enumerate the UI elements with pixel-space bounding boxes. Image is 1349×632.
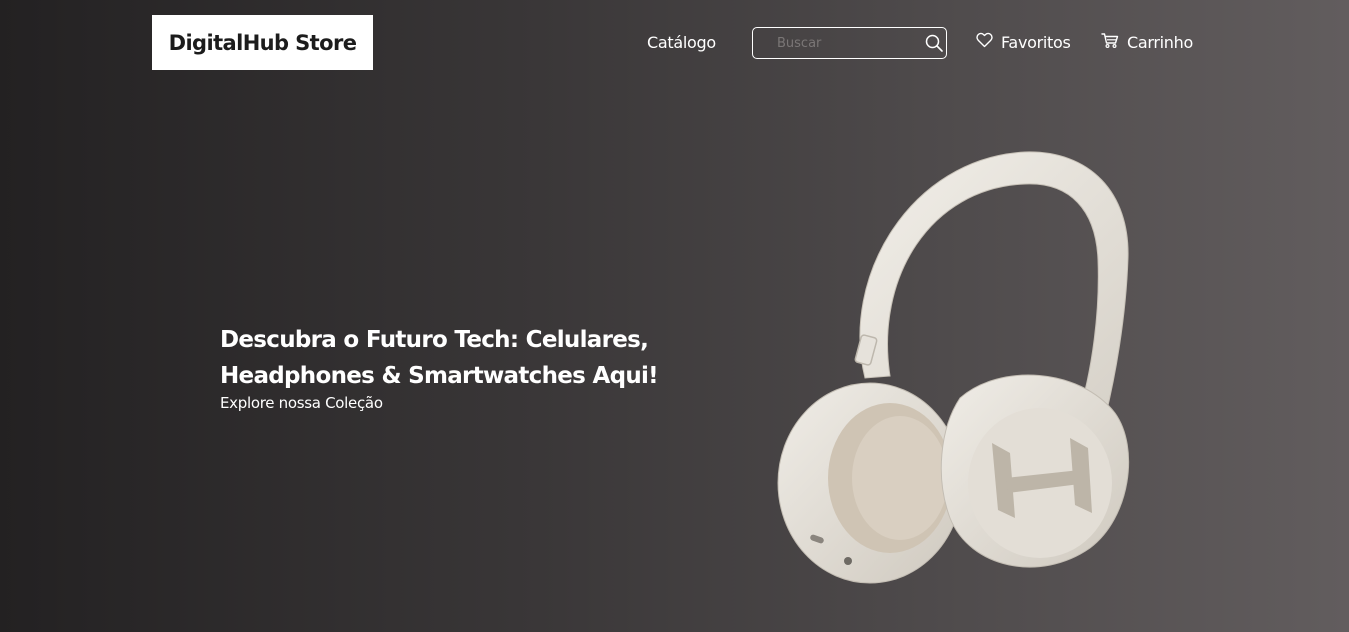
hero-title-line-1: Descubra o Futuro Tech: Celulares, [220, 327, 649, 353]
search-input[interactable] [777, 33, 917, 53]
search-icon[interactable] [924, 33, 944, 53]
store-logo[interactable]: DigitalHub Store [152, 15, 373, 70]
nav-favorites-label: Favoritos [1001, 32, 1071, 52]
site-header: DigitalHub Store Catálogo Favoritos [0, 0, 1349, 85]
hero-section: Descubra o Futuro Tech: Celulares, Headp… [220, 322, 700, 412]
cart-icon [1101, 32, 1119, 53]
hero-title: Descubra o Futuro Tech: Celulares, Headp… [220, 322, 700, 394]
nav-favorites-link[interactable]: Favoritos [976, 31, 1071, 53]
hero-subtitle: Explore nossa Coleção [220, 394, 383, 412]
heart-icon [976, 32, 993, 52]
hero-title-line-2: Headphones & Smartwatches Aqui! [220, 363, 659, 389]
headphones-image [770, 148, 1140, 588]
nav-cart-label: Carrinho [1127, 32, 1193, 52]
nav-catalog-label: Catálogo [647, 32, 716, 52]
search-bar [752, 27, 947, 59]
nav-catalog-link[interactable]: Catálogo [647, 31, 716, 53]
logo-text: DigitalHub Store [168, 30, 357, 55]
nav-cart-link[interactable]: Carrinho [1101, 31, 1193, 53]
